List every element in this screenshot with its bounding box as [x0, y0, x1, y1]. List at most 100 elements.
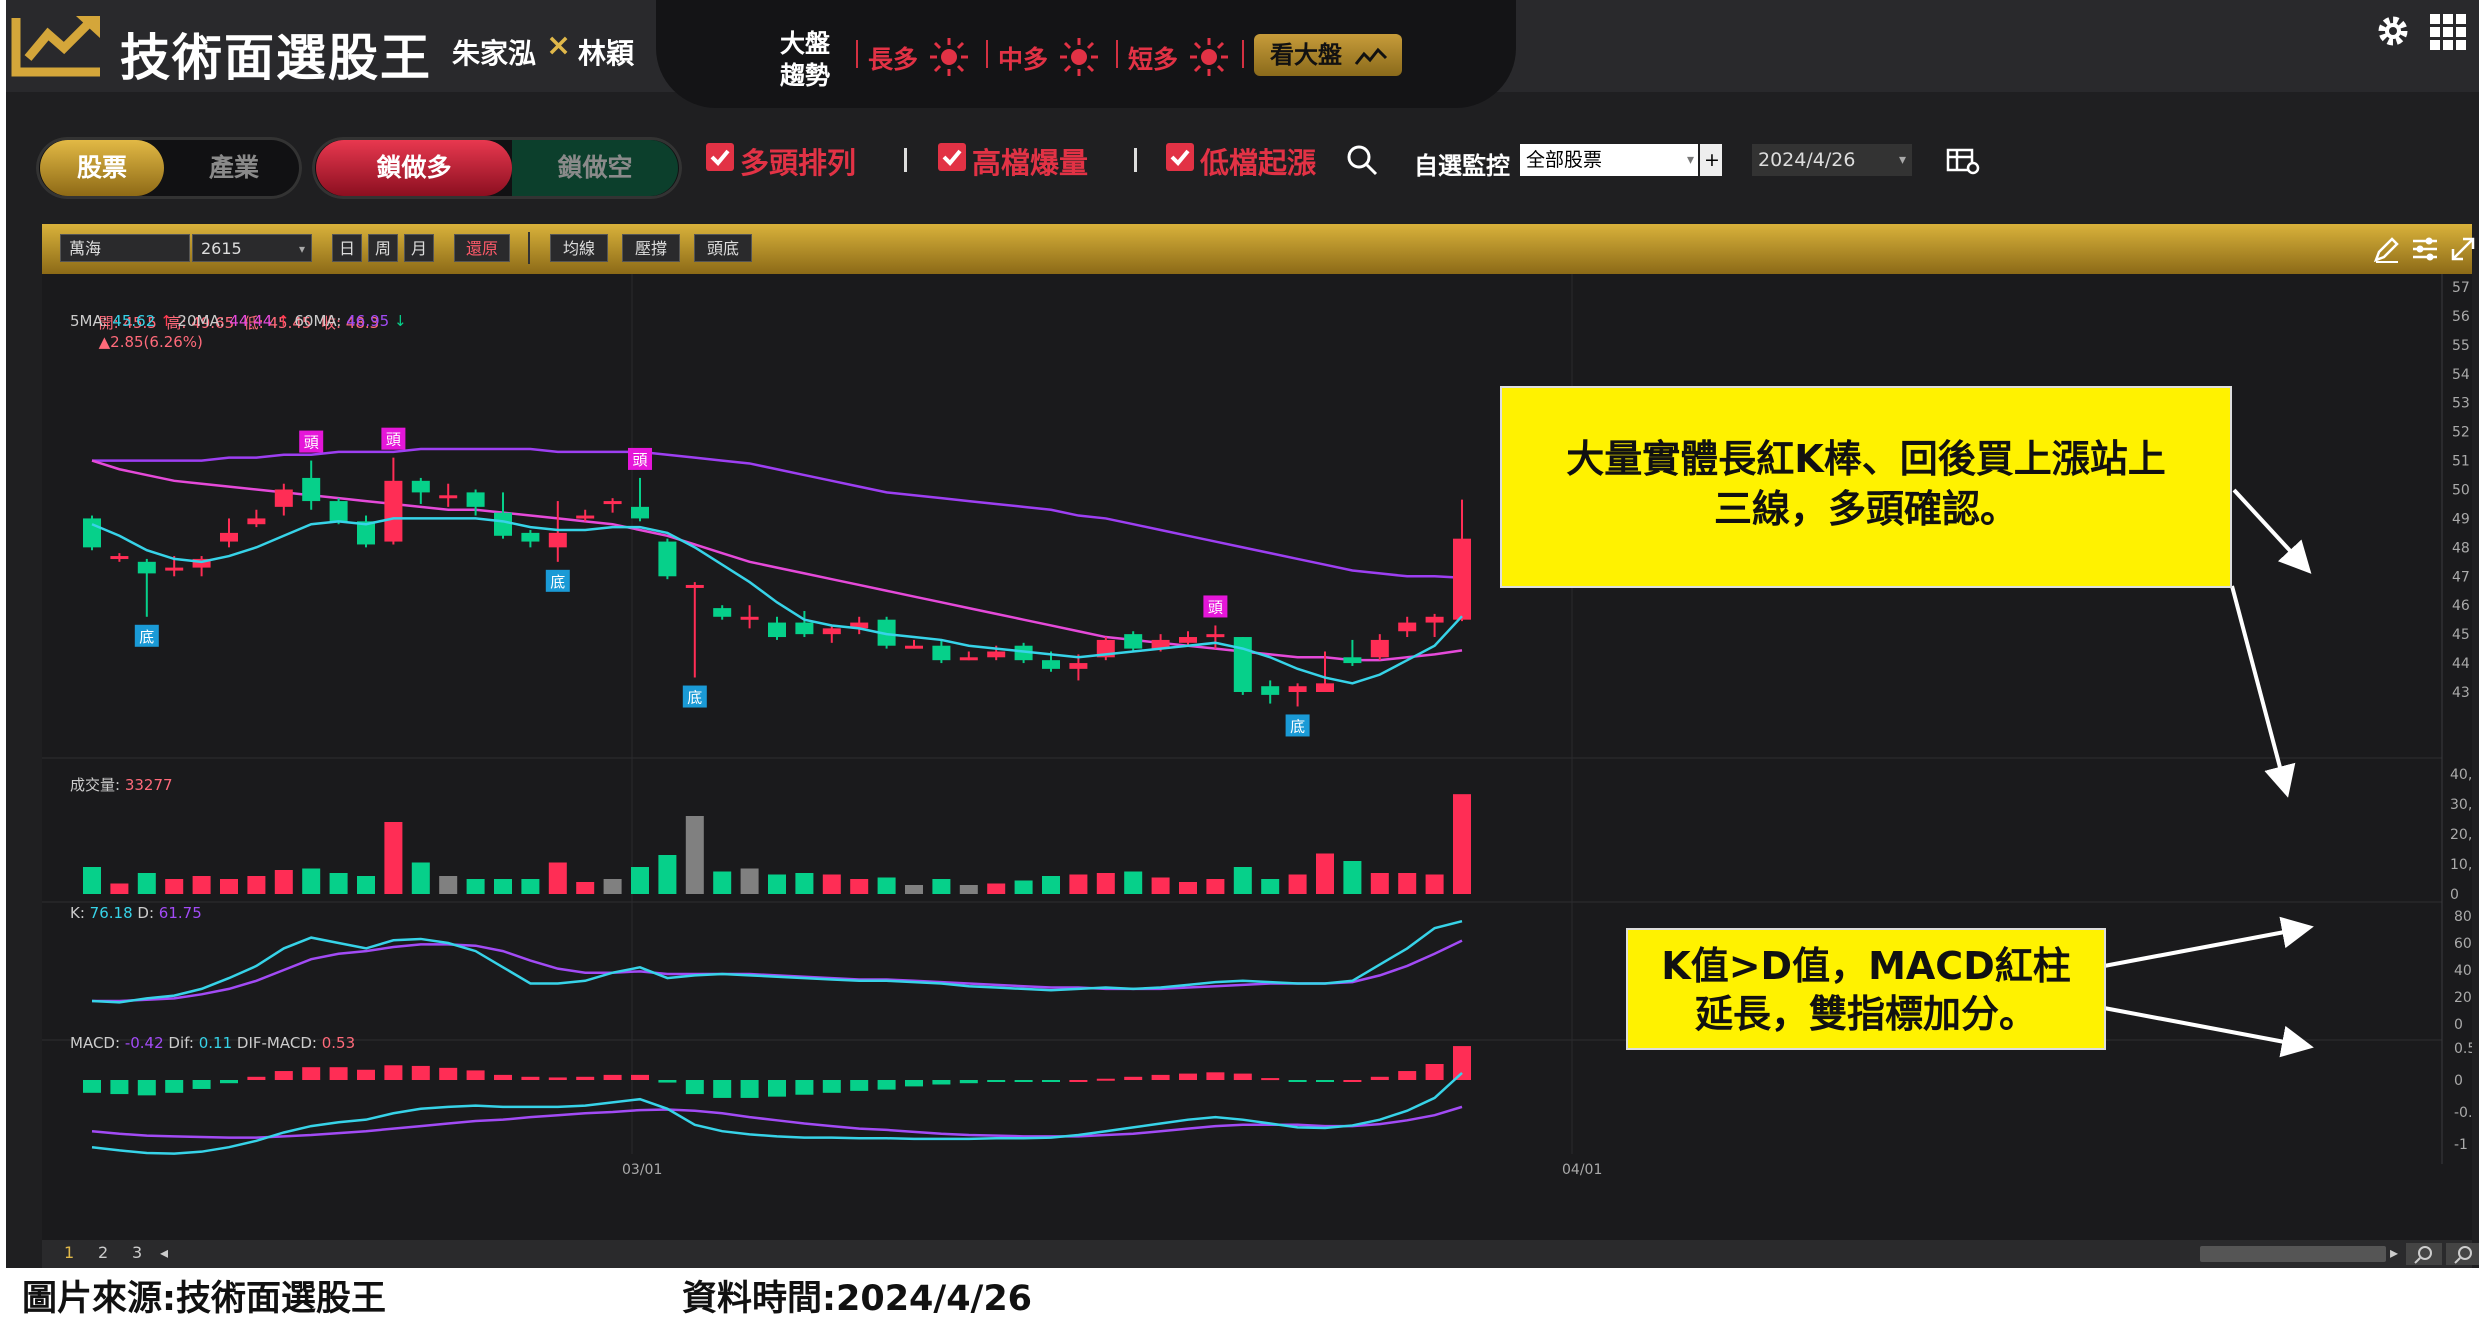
high-volume-label[interactable]: 高檔爆量 [972, 140, 1088, 182]
ma60-label: 60MA: [294, 312, 342, 330]
macd-tick-label: 0.5 [2454, 1041, 2472, 1057]
page-1[interactable]: 1 [64, 1243, 74, 1262]
kd-tick-label: 60 [2454, 936, 2472, 952]
candle-body [740, 616, 759, 620]
volume-bar [411, 862, 430, 894]
candle-body [658, 541, 677, 577]
zoom-in-icon[interactable] [2446, 1243, 2479, 1265]
checkbox-low-rise[interactable] [1166, 143, 1194, 171]
macd-histogram-bar [466, 1070, 485, 1080]
macd-histogram-bar [1398, 1071, 1417, 1080]
checkbox-high-volume[interactable] [938, 143, 966, 171]
macd-histogram-bar [658, 1080, 677, 1083]
page-2[interactable]: 2 [98, 1243, 108, 1262]
bull-alignment-label[interactable]: 多頭排列 [740, 140, 856, 182]
chevron-right-icon[interactable]: ▸ [2390, 1243, 2398, 1262]
kd-tick-label: 80 [2454, 909, 2472, 925]
lock-long-button[interactable]: 鎖做多 [316, 140, 512, 196]
macd-value: -0.42 [124, 1034, 164, 1052]
candle-body [1124, 634, 1143, 649]
lock-short-button[interactable]: 鎖做空 [512, 140, 678, 196]
volume-bar [1014, 880, 1033, 894]
candle-body [603, 501, 622, 505]
price-tick-label: 48 [2452, 540, 2470, 556]
candle-body [1042, 660, 1060, 669]
page-3[interactable]: 3 [132, 1243, 142, 1262]
candle-body [1179, 637, 1197, 643]
collaborator-name: 朱家泓 [452, 37, 537, 70]
volume-bar [713, 871, 732, 894]
app-title: 技術面選股王 [120, 29, 432, 87]
sliders-icon[interactable] [2410, 234, 2440, 264]
period-day-button[interactable]: 日 [332, 234, 362, 262]
macd-histogram-bar [521, 1076, 540, 1080]
macd-histogram-bar [1179, 1073, 1197, 1080]
support-resistance-button[interactable]: 壓撐 [622, 234, 680, 262]
volume-bar [850, 879, 869, 894]
stock-name-field[interactable]: 萬海 [60, 234, 190, 262]
price-tick-label: 57 [2452, 280, 2470, 296]
horizontal-scrollbar[interactable] [2200, 1246, 2386, 1262]
checkbox-bull-alignment[interactable] [706, 143, 734, 171]
volume-bar [220, 879, 238, 894]
period-month-button[interactable]: 月 [404, 234, 434, 262]
tab-industry[interactable]: 產業 [172, 140, 296, 196]
candle-body [247, 518, 266, 525]
restore-button[interactable]: 還原 [454, 234, 510, 262]
check-icon [710, 149, 730, 166]
price-tick-label: 44 [2452, 656, 2470, 672]
macd-histogram-bar [768, 1080, 786, 1097]
chevron-left-icon[interactable]: ◂ [160, 1243, 168, 1262]
view-market-button[interactable]: 看大盤 [1254, 34, 1402, 76]
gear-icon[interactable] [2376, 14, 2410, 48]
macd-histogram-bar [329, 1067, 348, 1080]
expand-icon[interactable] [2448, 234, 2478, 264]
kd-legend: K: 76.18 D: 61.75 [70, 904, 202, 922]
difmacd-label: DIF-MACD: [236, 1034, 317, 1052]
logo-icon [11, 16, 100, 77]
macd-histogram-bar [1343, 1080, 1362, 1082]
volume-bar [1096, 873, 1115, 894]
pencil-icon[interactable] [2372, 234, 2402, 264]
k-line [91, 919, 1463, 1004]
image-source-caption: 圖片來源:技術面選股王 [22, 1279, 386, 1319]
macd-histogram-bar [1014, 1080, 1033, 1082]
tab-stocks[interactable]: 股票 [40, 140, 164, 196]
watchlist-select[interactable]: 全部股票 ▾ [1520, 144, 1698, 176]
macd-histogram-bar [274, 1071, 293, 1080]
macd-tick-label: -0.5 [2454, 1105, 2472, 1121]
head-bottom-button[interactable]: 頭底 [694, 234, 752, 262]
volume-bar [631, 867, 649, 894]
search-icon[interactable] [1346, 144, 1378, 176]
candle-body [1069, 663, 1088, 669]
volume-bar [1124, 871, 1143, 894]
macd-histogram-bar [740, 1080, 759, 1098]
divider [1116, 40, 1118, 68]
macd-histogram-bar [110, 1080, 129, 1095]
date-select[interactable]: 2024/4/26 ▾ [1752, 144, 1912, 176]
macd-histogram-bar [439, 1067, 458, 1080]
watchlist-add-button[interactable]: + [1700, 144, 1722, 176]
volume-bar [1288, 874, 1307, 894]
stock-code-select[interactable]: 2615 ▾ [192, 234, 312, 262]
candle-body [165, 567, 184, 571]
head-marker-label: 頭 [632, 451, 647, 469]
x-tick-label: 03/01 [622, 1162, 662, 1178]
zoom-out-icon[interactable] [2406, 1243, 2442, 1265]
table-settings-icon[interactable] [1946, 146, 1980, 176]
down-arrow-icon: ↓ [394, 312, 407, 330]
candle-body [768, 622, 786, 638]
candle-body [329, 501, 348, 522]
moving-average-button[interactable]: 均線 [550, 234, 608, 262]
trend-title-line1: 大盤 [780, 29, 831, 58]
check-icon [1170, 149, 1190, 166]
dif-label: Dif: [168, 1034, 194, 1052]
candle-body [1206, 634, 1225, 638]
trend-short-label: 短多 [1128, 45, 1179, 74]
kd-tick-label: 0 [2454, 1017, 2463, 1033]
apps-grid-icon[interactable] [2428, 12, 2468, 52]
low-rise-label[interactable]: 低檔起漲 [1200, 140, 1316, 182]
chevron-down-icon: ▾ [298, 242, 305, 256]
period-week-button[interactable]: 周 [368, 234, 398, 262]
candle-body [1343, 657, 1362, 664]
